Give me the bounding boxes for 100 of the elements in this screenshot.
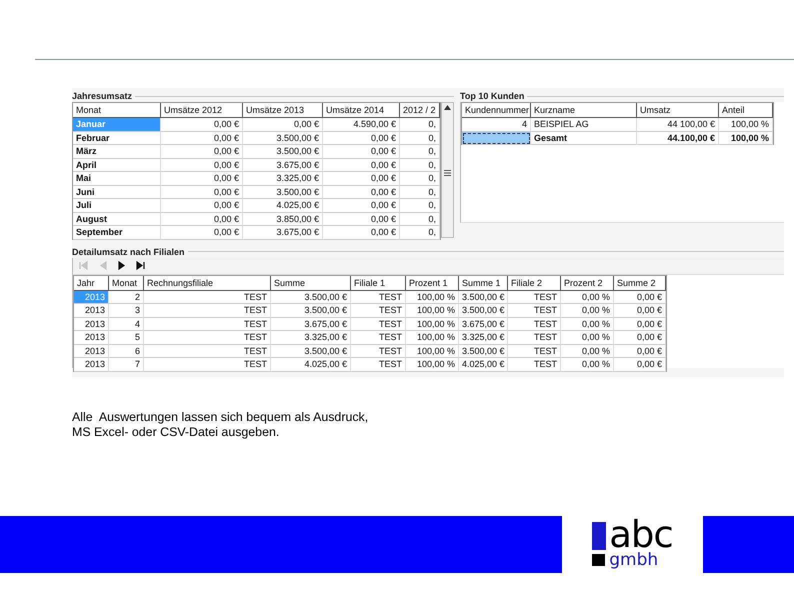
column-header[interactable]: Summe 2	[614, 276, 666, 290]
table-cell: 0,00 €	[161, 118, 243, 132]
table-cell: 3.325,00 €	[243, 172, 323, 186]
column-header[interactable]: Umsätze 2012	[161, 103, 243, 118]
table-cell[interactable]: März	[73, 145, 161, 158]
table-cell: 3.500,00 €	[243, 186, 323, 199]
table-cell: 7	[109, 358, 144, 372]
table-cell: TEST	[351, 331, 406, 344]
table-cell: 4.025,00 €	[459, 358, 508, 372]
table-cell: 3.325,00 €	[459, 331, 508, 344]
table-cell: TEST	[508, 344, 561, 358]
table-cell: TEST	[351, 358, 406, 372]
table-cell[interactable]: Mai	[73, 172, 161, 186]
table-cell: 0,	[400, 199, 440, 212]
table-cell: 0,00 €	[323, 132, 400, 145]
column-header[interactable]: Umsätze 2013	[243, 103, 323, 118]
table-cell: TEST	[144, 358, 271, 372]
column-header[interactable]: Monat	[109, 276, 144, 290]
column-header[interactable]: Rechnungsfiliale	[144, 276, 271, 290]
table-cell: 0,	[400, 226, 440, 240]
table-cell: 0,00 %	[561, 344, 614, 358]
table-cell: 0,	[400, 172, 440, 186]
table-cell: 3.850,00 €	[243, 212, 323, 226]
table-cell: 3	[109, 304, 144, 318]
table-cell: TEST	[144, 331, 271, 344]
table-cell[interactable]: Juli	[73, 199, 161, 212]
table-cell: BEISPIEL AG	[531, 118, 637, 132]
table-cell: 100,00 %	[406, 304, 459, 318]
table-cell: 4.590,00 €	[323, 118, 400, 132]
table-cell: 3.500,00 €	[243, 132, 323, 145]
column-header[interactable]: Anteil	[719, 103, 773, 118]
table-cell: TEST	[144, 304, 271, 318]
scrollbar[interactable]	[441, 102, 454, 238]
table-cell: 0,	[400, 118, 440, 132]
column-header[interactable]: 2012 / 2	[400, 103, 440, 118]
table-cell[interactable]: 2013	[74, 304, 109, 318]
table-cell[interactable]: Februar	[73, 132, 161, 145]
table-cell: 0,00 €	[161, 132, 243, 145]
table-cell: 0,00 €	[323, 212, 400, 226]
table-cell: TEST	[351, 290, 406, 304]
table-cell: 44 100,00 €	[637, 118, 719, 132]
table-cell: 0,00 €	[614, 304, 666, 318]
table-cell: 0,	[400, 145, 440, 158]
table-cell[interactable]: Juni	[73, 186, 161, 199]
table-cell: 4	[109, 318, 144, 331]
table-cell: 100,00 %	[719, 118, 773, 132]
table-cell: 0,	[400, 186, 440, 199]
column-header[interactable]: Kundennummer	[462, 103, 531, 118]
column-header[interactable]: Jahr	[74, 276, 109, 290]
table-cell[interactable]: 2013	[74, 344, 109, 358]
table-cell: 3.500,00 €	[271, 304, 351, 318]
table-cell: TEST	[508, 358, 561, 372]
table-cell: 0,	[400, 212, 440, 226]
column-header[interactable]: Filiale 1	[351, 276, 406, 290]
table-cell: TEST	[351, 318, 406, 331]
table-cell: 4.025,00 €	[271, 358, 351, 372]
caption-text: Alle Auswertungen lassen sich bequem als Ausdruck, MS Excel- oder CSV-Datei ausgeben.	[72, 410, 368, 440]
table-cell[interactable]: 2013	[74, 358, 109, 372]
table-cell: 0,00 %	[561, 358, 614, 372]
column-header[interactable]: Monat	[73, 103, 161, 118]
column-header[interactable]: Summe	[271, 276, 351, 290]
table-cell: 3.675,00 €	[243, 158, 323, 172]
company-logo: abc gmbh	[592, 520, 673, 570]
table-cell: 0,00 €	[161, 158, 243, 172]
table-cell[interactable]: 2013	[74, 331, 109, 344]
table-cell: 3.500,00 €	[271, 344, 351, 358]
table-cell: 0,00 €	[323, 226, 400, 240]
table-cell: 0,00 %	[561, 304, 614, 318]
column-header[interactable]: Umsätze 2014	[323, 103, 400, 118]
table-cell: 100,00 %	[406, 358, 459, 372]
table-cell[interactable]: September	[73, 226, 161, 240]
table-cell: TEST	[508, 290, 561, 304]
last-page-icon[interactable]	[136, 261, 145, 270]
table-cell[interactable]: 2013	[74, 318, 109, 331]
table-cell[interactable]: August	[73, 212, 161, 226]
table-cell: 0,00 €	[243, 118, 323, 132]
panel-title: Jahresumsatz	[72, 91, 132, 101]
column-header[interactable]: Summe 1	[459, 276, 508, 290]
table-cell[interactable]: April	[73, 158, 161, 172]
table-cell: 0,00 €	[161, 145, 243, 158]
column-header[interactable]: Filiale 2	[508, 276, 561, 290]
next-page-icon[interactable]	[117, 261, 126, 270]
table-cell[interactable]	[462, 132, 531, 145]
column-header[interactable]: Umsatz	[637, 103, 719, 118]
up-arrow-icon[interactable]	[444, 105, 451, 110]
table-cell: TEST	[508, 331, 561, 344]
table-cell: 5	[109, 331, 144, 344]
table-cell: TEST	[508, 304, 561, 318]
table-cell: 0,00 %	[561, 318, 614, 331]
table-cell: 0,00 €	[323, 172, 400, 186]
column-header[interactable]: Prozent 1	[406, 276, 459, 290]
column-header[interactable]: Prozent 2	[561, 276, 614, 290]
grip-icon[interactable]	[444, 170, 451, 176]
table-cell: 3.325,00 €	[271, 331, 351, 344]
table-cell: TEST	[144, 344, 271, 358]
column-header[interactable]: Kurzname	[531, 103, 637, 118]
table-cell: 0,00 €	[614, 290, 666, 304]
table-cell: 0,00 €	[323, 186, 400, 199]
table-cell: 0,00 €	[323, 145, 400, 158]
table-cell: 100,00 %	[406, 318, 459, 331]
